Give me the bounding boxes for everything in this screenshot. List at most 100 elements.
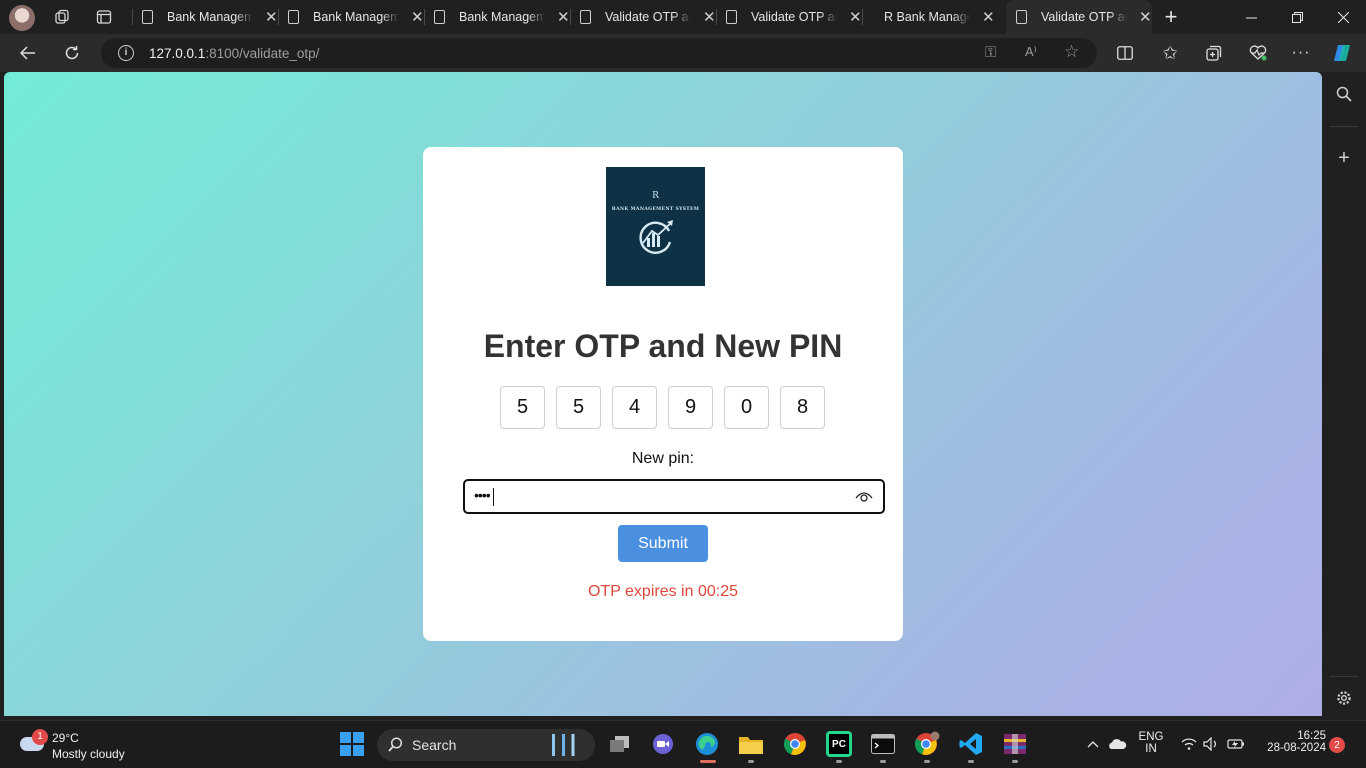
browser-tab[interactable]: Bank Management System ✕ (424, 0, 570, 34)
site-info-icon[interactable]: i (118, 45, 134, 61)
tab-title: Validate OTP and New PIN (605, 10, 691, 24)
address-bar[interactable]: i 127.0.0.1:8100/validate_otp/ ⚿ A⁾ ☆ (101, 38, 1097, 68)
browser-tab[interactable]: Validate OTP and New PIN ✕ (716, 0, 862, 34)
clock[interactable]: 16:25 28-08-2024 (1256, 730, 1326, 754)
tab-separator (132, 9, 133, 25)
favorite-star-icon[interactable]: ☆ (1064, 42, 1079, 62)
close-window-icon[interactable] (1320, 0, 1366, 34)
search-highlight-image (549, 734, 581, 756)
new-pin-label: New pin: (631, 450, 695, 467)
tab-separator (862, 9, 863, 25)
favorites-icon[interactable]: ✩ (1156, 40, 1184, 66)
tab-title: Bank Management System (459, 10, 545, 24)
taskbar-search[interactable]: Search (377, 729, 595, 761)
file-explorer-icon[interactable] (738, 731, 764, 757)
close-icon[interactable]: ✕ (982, 8, 995, 26)
close-icon[interactable]: ✕ (411, 8, 424, 26)
app-running-indicator (924, 760, 930, 763)
vscode-icon[interactable] (958, 731, 984, 757)
weather-widget[interactable]: 1 29°C Mostly cloudy (18, 729, 168, 763)
logo-text: BANK MANAGEMENT SYSTEM (611, 207, 700, 212)
otp-digit-input[interactable]: 4 (612, 386, 657, 429)
profile-avatar[interactable] (9, 5, 35, 31)
winrar-icon[interactable] (1002, 731, 1028, 757)
browser-tab[interactable]: Bank Management System ✕ (278, 0, 424, 34)
page-icon (1016, 10, 1027, 24)
restore-icon[interactable] (1274, 0, 1320, 34)
search-icon[interactable] (1333, 83, 1355, 105)
browser-tab[interactable]: R Bank Management System ✕ (862, 0, 1008, 34)
close-icon[interactable]: ✕ (265, 8, 278, 26)
edge-browser-icon[interactable] (694, 731, 720, 757)
copilot-icon[interactable] (1329, 40, 1357, 66)
search-label: Search (412, 737, 457, 753)
browser-tab[interactable]: Validate OTP and New PIN ✕ (570, 0, 716, 34)
terminal-icon[interactable] (870, 731, 896, 757)
collections-icon[interactable] (1200, 40, 1228, 66)
otp-card: R BANK MANAGEMENT SYSTEM Enter OTP and N… (423, 147, 903, 641)
onedrive-icon[interactable] (1104, 731, 1130, 757)
more-menu-icon[interactable]: ··· (1287, 40, 1315, 66)
close-icon[interactable]: ✕ (703, 8, 716, 26)
back-icon[interactable] (14, 40, 42, 66)
otp-digit-input[interactable]: 0 (724, 386, 769, 429)
notification-badge: 1 (32, 729, 48, 745)
otp-digit-input[interactable]: 5 (500, 386, 545, 429)
app-running-indicator (968, 760, 974, 763)
password-key-icon[interactable]: ⚿ (985, 44, 996, 61)
search-icon (388, 737, 403, 756)
sidebar-divider (1330, 676, 1358, 677)
chrome-profile-icon[interactable] (914, 731, 940, 757)
meet-chat-icon[interactable] (650, 731, 676, 757)
add-icon[interactable]: + (1333, 147, 1355, 169)
page-icon (872, 10, 876, 24)
weather-condition: Mostly cloudy (52, 747, 125, 761)
close-icon[interactable]: ✕ (849, 8, 862, 26)
page-title: Enter OTP and New PIN (483, 328, 843, 364)
app-running-indicator (836, 760, 842, 763)
new-tab-icon[interactable]: + (1159, 4, 1183, 29)
app-running-indicator (748, 760, 754, 763)
read-aloud-icon[interactable]: A⁾ (1025, 44, 1037, 60)
browser-essentials-icon[interactable] (1244, 40, 1272, 66)
clock-date: 28-08-2024 (1267, 742, 1326, 754)
tab-separator (278, 9, 279, 25)
submit-button[interactable]: Submit (618, 525, 708, 562)
close-icon[interactable]: ✕ (1139, 8, 1152, 26)
task-view-icon[interactable] (607, 731, 633, 757)
language-indicator[interactable]: ENG IN (1136, 731, 1166, 755)
gear-icon[interactable] (1333, 687, 1355, 709)
tab-actions-icon[interactable] (92, 5, 116, 29)
page-icon (288, 10, 299, 24)
tab-strip: Bank Management System ✕ Bank Management… (0, 0, 1366, 34)
chevron-up-icon[interactable] (1080, 731, 1106, 757)
clock-time: 16:25 (1297, 730, 1326, 742)
otp-digit-input[interactable]: 8 (780, 386, 825, 429)
tab-separator (570, 9, 571, 25)
close-icon[interactable]: ✕ (557, 8, 570, 26)
weather-temperature: 29°C (52, 731, 79, 745)
logo-letter: R (652, 191, 659, 201)
windows-start-icon[interactable] (339, 731, 365, 757)
masked-pin-value: •••• (474, 487, 491, 503)
region-code: IN (1145, 743, 1157, 755)
tab-title: Bank Management System (167, 10, 253, 24)
otp-digit-input[interactable]: 9 (668, 386, 713, 429)
chrome-icon[interactable] (782, 731, 808, 757)
notification-count-badge[interactable]: 2 (1329, 737, 1345, 753)
speaker-icon[interactable] (1198, 731, 1224, 757)
battery-icon[interactable] (1223, 731, 1249, 757)
workspaces-icon[interactable] (50, 5, 74, 29)
growth-chart-icon (638, 220, 673, 254)
browser-tab[interactable]: Bank Management System ✕ (132, 0, 278, 34)
new-pin-field[interactable]: •••• (463, 479, 885, 514)
refresh-icon[interactable] (58, 40, 86, 66)
eye-icon[interactable] (855, 490, 873, 508)
url-host: 127.0.0.1 (149, 46, 206, 61)
navigation-bar: i 127.0.0.1:8100/validate_otp/ ⚿ A⁾ ☆ ✩ … (0, 34, 1366, 72)
otp-digit-input[interactable]: 5 (556, 386, 601, 429)
minimize-icon[interactable] (1228, 0, 1274, 34)
pycharm-icon[interactable]: PC (826, 731, 852, 757)
split-screen-icon[interactable] (1111, 40, 1139, 66)
browser-tab-active[interactable]: Validate OTP and New PIN ✕ (1006, 0, 1152, 34)
